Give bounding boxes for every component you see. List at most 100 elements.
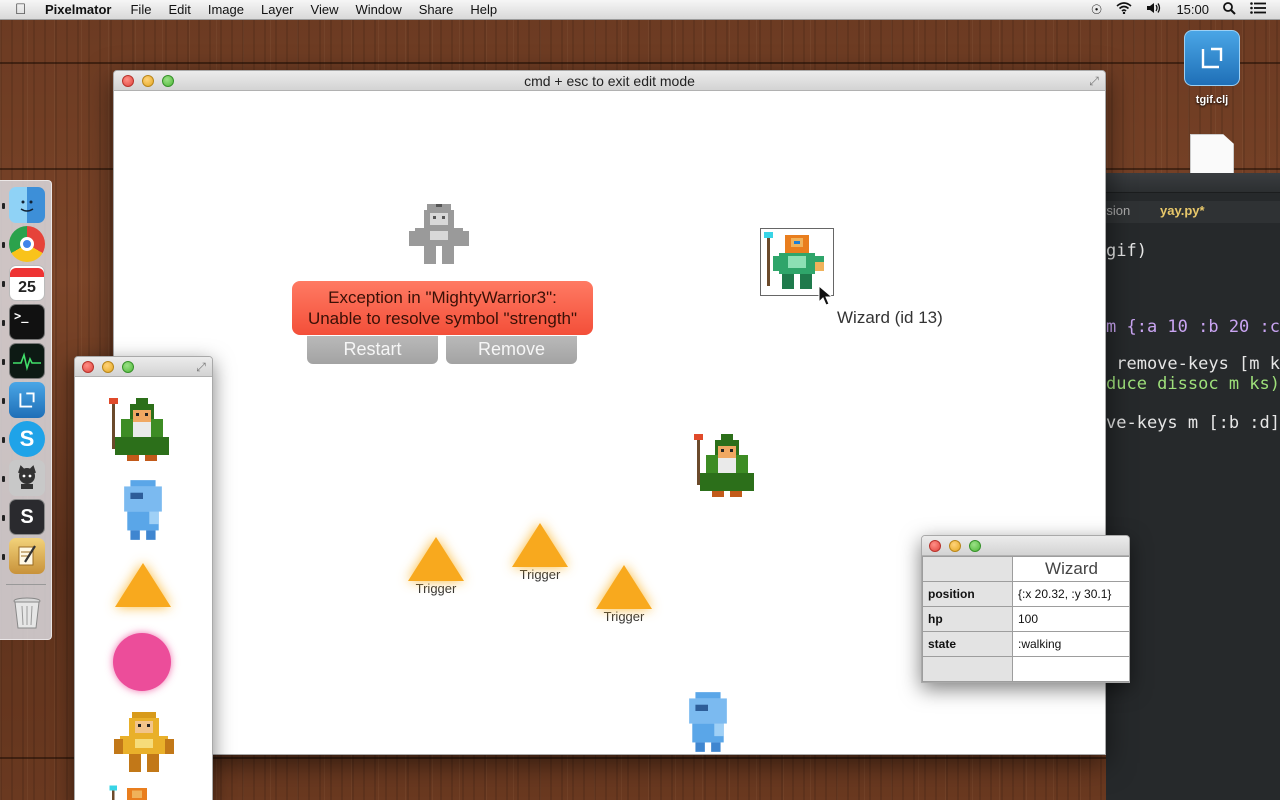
spotlight-search-icon[interactable] <box>1223 1 1236 18</box>
desktop-file-label: tgif.clj <box>1195 94 1229 106</box>
window-title: cmd + esc to exit edit mode <box>524 73 695 89</box>
restart-button[interactable]: Restart <box>307 336 438 364</box>
entity-type-header: Wizard <box>1012 556 1129 582</box>
code-editor-window: rsion yay.py* gif) m {:a 10 :b 20 :c rem… <box>1106 173 1280 800</box>
fullscreen-icon[interactable]: ⤢ <box>194 360 208 374</box>
code-line: duce dissoc m ks)) <box>1106 374 1280 394</box>
trash-icon[interactable] <box>9 595 45 631</box>
clock[interactable]: 15:00 <box>1176 2 1209 17</box>
table-row-empty <box>922 656 1129 682</box>
trigger-triangle-icon <box>512 523 568 567</box>
editor-tab-active[interactable]: yay.py* <box>1160 203 1205 218</box>
skype-icon[interactable]: S <box>9 421 45 457</box>
github-icon[interactable] <box>9 460 45 496</box>
window-titlebar: cmd + esc to exit edit mode ⤢ <box>114 71 1105 91</box>
zoom-button[interactable] <box>969 540 981 552</box>
mouse-cursor-icon <box>818 285 834 306</box>
dock-running-indicator <box>2 515 5 521</box>
dock-running-indicator <box>2 476 5 482</box>
menu-edit[interactable]: Edit <box>168 2 190 17</box>
menu-app-name[interactable]: Pixelmator <box>45 2 111 17</box>
textedit-icon[interactable] <box>9 538 45 574</box>
palette-pink-circle[interactable] <box>113 633 171 691</box>
desktop-file-document[interactable] <box>1188 134 1236 174</box>
table-row: state :walking <box>922 631 1129 657</box>
property-value-hp[interactable]: 100 <box>1012 606 1129 632</box>
menu-view[interactable]: View <box>311 2 339 17</box>
dock-running-indicator <box>2 398 5 404</box>
exception-line-2: Unable to resolve symbol "strength" <box>307 309 578 328</box>
exception-line-1: Exception in "MightyWarrior3": <box>328 288 557 307</box>
dock-running-indicator <box>2 203 5 209</box>
activity-monitor-icon[interactable] <box>9 343 45 379</box>
trigger-entity[interactable]: Trigger <box>406 537 466 596</box>
time-machine-icon[interactable]: ☉ <box>1091 2 1103 18</box>
table-row: position {:x 20.32, :y 30.1} <box>922 581 1129 607</box>
zoom-button[interactable] <box>162 75 174 87</box>
close-button[interactable] <box>82 361 94 373</box>
trigger-triangle-icon <box>408 537 464 581</box>
desktop-file-tgif[interactable]: tgif.clj <box>1180 30 1244 106</box>
new-property-key[interactable] <box>922 656 1013 682</box>
editor-tab-row: rsion yay.py* <box>1106 201 1280 223</box>
palette-mage-sprite[interactable] <box>107 783 167 800</box>
wizard-sprite[interactable] <box>694 431 760 497</box>
minimize-button[interactable] <box>949 540 961 552</box>
trigger-label: Trigger <box>415 581 457 596</box>
trigger-label: Trigger <box>519 567 561 582</box>
palette-warrior-sprite[interactable] <box>111 709 177 775</box>
notification-center-icon[interactable] <box>1250 2 1266 17</box>
terminal-icon[interactable]: >_ <box>9 304 45 340</box>
wifi-icon[interactable] <box>1116 2 1132 17</box>
minimize-button[interactable] <box>142 75 154 87</box>
editor-tab[interactable]: rsion <box>1106 203 1130 218</box>
editor-tab-bar <box>1106 173 1280 193</box>
fullscreen-icon[interactable]: ⤢ <box>1087 74 1101 88</box>
menu-bar:  Pixelmator File Edit Image Layer View … <box>0 0 1280 20</box>
property-value-state[interactable]: :walking <box>1012 631 1129 657</box>
pixelmator-icon[interactable] <box>9 382 45 418</box>
chrome-icon[interactable] <box>9 226 45 262</box>
properties-table: Wizard position {:x 20.32, :y 30.1} hp 1… <box>922 556 1129 682</box>
menu-share[interactable]: Share <box>419 2 454 17</box>
code-line: remove-keys [m ks <box>1106 354 1280 374</box>
finder-icon[interactable] <box>9 187 45 223</box>
apple-menu-icon[interactable]:  <box>15 1 35 18</box>
dock-running-indicator <box>2 437 5 443</box>
menu-layer[interactable]: Layer <box>261 2 294 17</box>
app-file-icon <box>1184 30 1240 86</box>
menu-file[interactable]: File <box>130 2 151 17</box>
document-icon <box>1190 134 1234 174</box>
warrior-sprite-errored[interactable] <box>406 201 472 267</box>
volume-icon[interactable] <box>1146 2 1162 17</box>
trigger-entity[interactable]: Trigger <box>594 565 654 624</box>
property-value-position[interactable]: {:x 20.32, :y 30.1} <box>1012 581 1129 607</box>
trigger-triangle-icon <box>596 565 652 609</box>
calendar-icon[interactable]: 25 <box>9 265 45 301</box>
palette-blue-ghost-sprite[interactable] <box>121 477 165 543</box>
palette-trigger[interactable] <box>113 563 173 607</box>
table-row: hp 100 <box>922 606 1129 632</box>
close-button[interactable] <box>122 75 134 87</box>
code-line: gif) <box>1106 241 1147 261</box>
remove-button[interactable]: Remove <box>446 336 577 364</box>
dock-running-indicator <box>2 554 5 560</box>
new-property-value[interactable] <box>1012 656 1129 682</box>
zoom-button[interactable] <box>122 361 134 373</box>
close-button[interactable] <box>929 540 941 552</box>
dock-running-indicator <box>2 320 5 326</box>
trigger-entity[interactable]: Trigger <box>510 523 570 582</box>
minimize-button[interactable] <box>102 361 114 373</box>
palette-wizard-sprite[interactable] <box>109 395 175 461</box>
dock-running-indicator <box>2 242 5 248</box>
trigger-triangle-icon <box>115 563 171 607</box>
menu-help[interactable]: Help <box>470 2 497 17</box>
menu-window[interactable]: Window <box>355 2 401 17</box>
selected-entity-label: Wizard (id 13) <box>837 308 943 327</box>
sublime-text-icon[interactable]: S <box>9 499 45 535</box>
dock-running-indicator <box>2 281 5 287</box>
blue-ghost-sprite[interactable] <box>686 689 730 755</box>
property-key: position <box>922 581 1013 607</box>
menu-image[interactable]: Image <box>208 2 244 17</box>
inspector-titlebar <box>922 536 1129 556</box>
